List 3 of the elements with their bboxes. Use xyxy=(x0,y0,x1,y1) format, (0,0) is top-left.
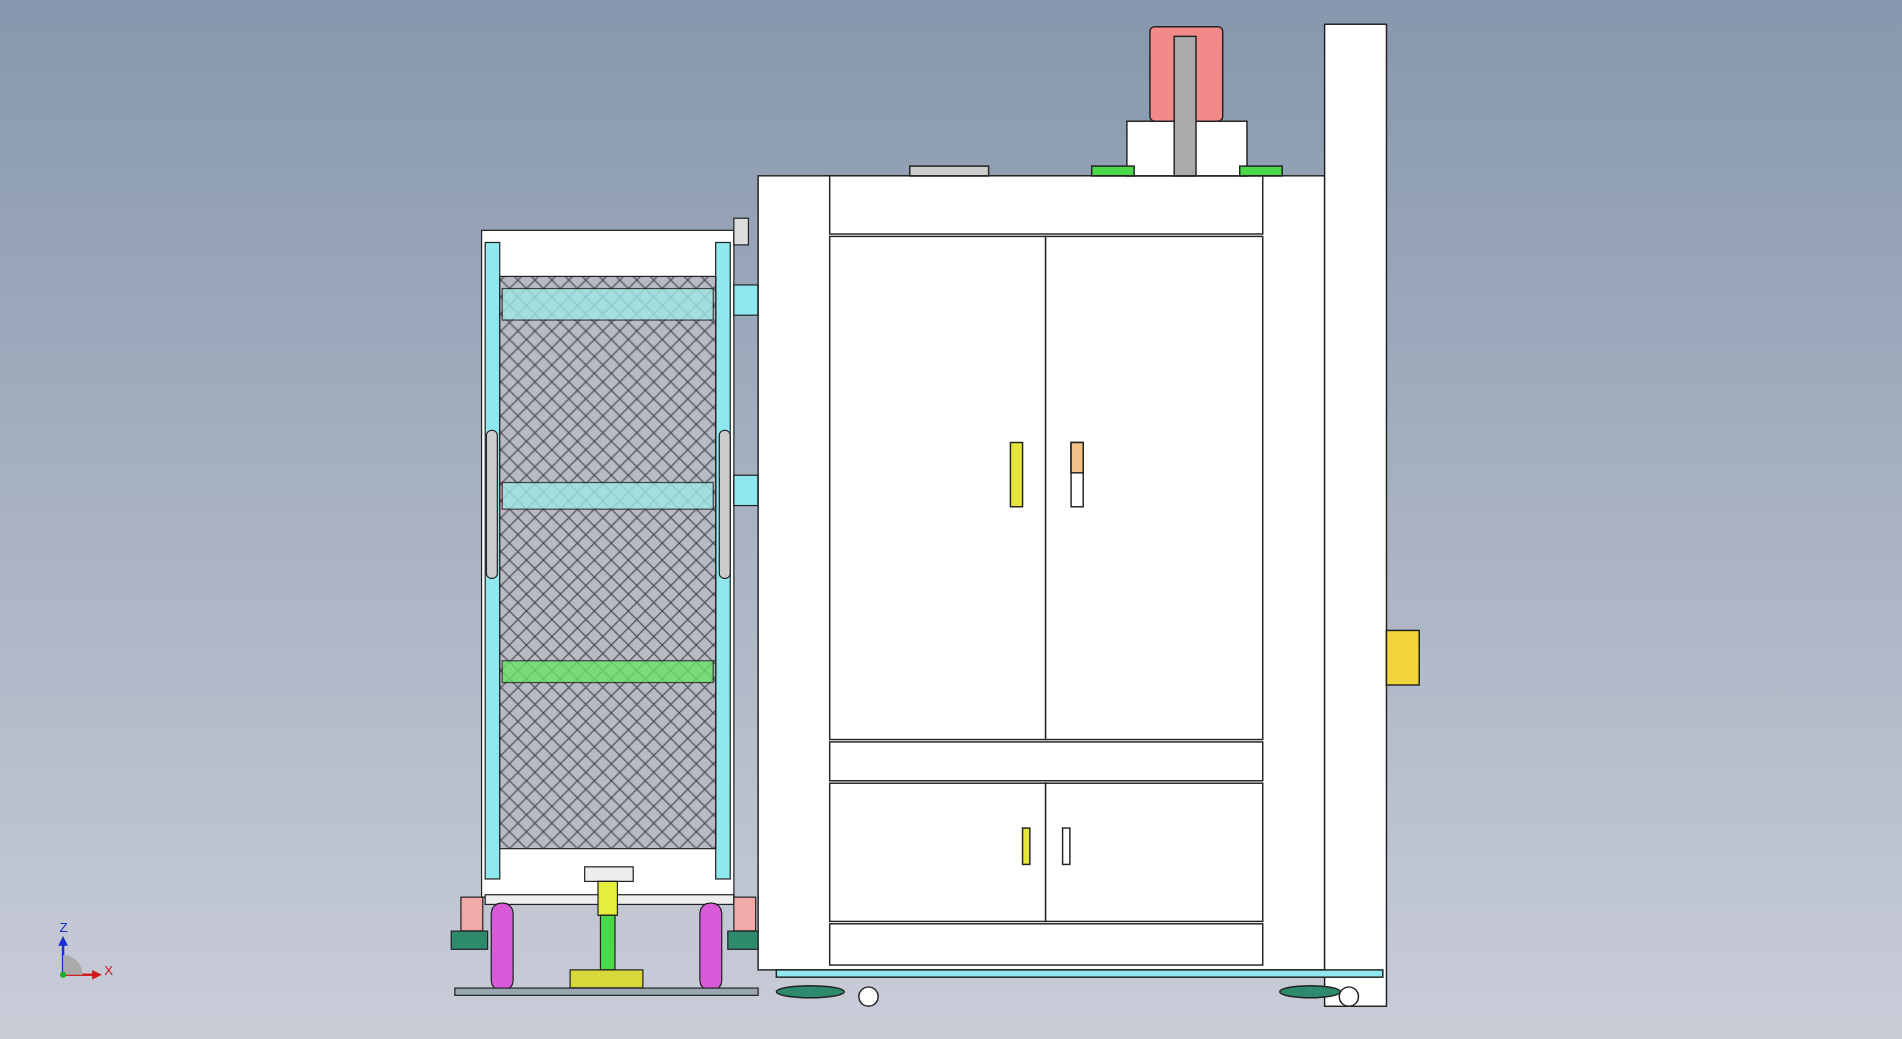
z-axis-label: Z xyxy=(59,920,68,936)
x-axis-label: X xyxy=(104,962,114,978)
axis-triad-icon xyxy=(58,935,102,980)
